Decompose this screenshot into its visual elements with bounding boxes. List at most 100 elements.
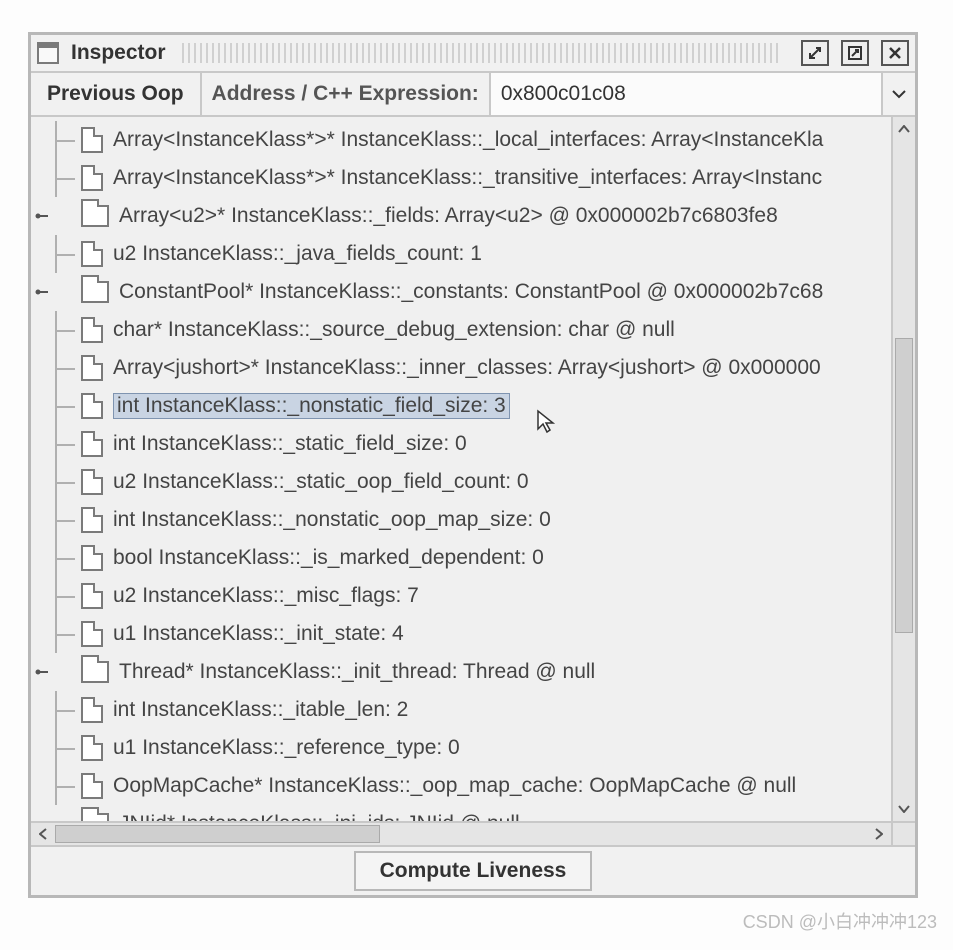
tree-node[interactable]: int InstanceKlass::_nonstatic_oop_map_si… <box>31 501 891 539</box>
tree-node-label: JNIid* InstanceKlass::_jni_ids: JNIid @ … <box>119 812 520 821</box>
tree-node[interactable]: u2 InstanceKlass::_misc_flags: 7 <box>31 577 891 615</box>
tree-node[interactable]: u2 InstanceKlass::_java_fields_count: 1 <box>31 235 891 273</box>
tree-node-label: u2 InstanceKlass::_misc_flags: 7 <box>113 584 419 608</box>
tree-branch-line <box>31 767 81 805</box>
tree-branch-line <box>31 729 81 767</box>
file-icon <box>81 773 103 799</box>
tree-node-label: int InstanceKlass::_nonstatic_oop_map_si… <box>113 508 551 532</box>
tree-node-label: ConstantPool* InstanceKlass::_constants:… <box>119 280 823 304</box>
window-icon <box>37 42 59 64</box>
compute-liveness-button[interactable]: Compute Liveness <box>354 851 593 891</box>
vscroll-thumb[interactable] <box>895 338 913 633</box>
scroll-left-icon[interactable] <box>31 823 55 845</box>
tree-node-label: int InstanceKlass::_static_field_size: 0 <box>113 432 467 456</box>
file-icon <box>81 165 103 191</box>
tree-node-label: u2 InstanceKlass::_static_oop_field_coun… <box>113 470 529 494</box>
tree-node[interactable]: u1 InstanceKlass::_init_state: 4 <box>31 615 891 653</box>
file-icon <box>81 621 103 647</box>
file-icon <box>81 697 103 723</box>
scroll-up-icon[interactable] <box>893 117 915 141</box>
titlebar-grip <box>182 43 781 63</box>
address-dropdown-button[interactable] <box>881 73 915 115</box>
file-icon <box>81 735 103 761</box>
minimize-button[interactable] <box>801 40 829 66</box>
tree-node[interactable]: bool InstanceKlass::_is_marked_dependent… <box>31 539 891 577</box>
tree-node-label: Thread* InstanceKlass::_init_thread: Thr… <box>119 660 595 684</box>
tree-node[interactable]: char* InstanceKlass::_source_debug_exten… <box>31 311 891 349</box>
file-icon <box>81 355 103 381</box>
tree-node-label: u1 InstanceKlass::_reference_type: 0 <box>113 736 460 760</box>
file-icon <box>81 583 103 609</box>
folder-icon <box>81 661 109 683</box>
file-icon <box>81 507 103 533</box>
tree-node[interactable]: Array<InstanceKlass*>* InstanceKlass::_t… <box>31 159 891 197</box>
tree-branch-line <box>31 235 81 273</box>
window-title: Inspector <box>71 41 166 65</box>
tree-node[interactable]: Array<jushort>* InstanceKlass::_inner_cl… <box>31 349 891 387</box>
folder-icon <box>81 281 109 303</box>
horizontal-scrollbar[interactable] <box>31 821 891 845</box>
tree-node-label: Array<jushort>* InstanceKlass::_inner_cl… <box>113 356 821 380</box>
tree-node[interactable]: OopMapCache* InstanceKlass::_oop_map_cac… <box>31 767 891 805</box>
tree-node[interactable]: Array<InstanceKlass*>* InstanceKlass::_l… <box>31 121 891 159</box>
tree-node-label: OopMapCache* InstanceKlass::_oop_map_cac… <box>113 774 796 798</box>
tree-node-label: int InstanceKlass::_itable_len: 2 <box>113 698 408 722</box>
tree-branch-line <box>31 159 81 197</box>
scroll-corner <box>891 821 915 845</box>
address-input[interactable] <box>491 73 881 115</box>
tree-branch-line <box>31 691 81 729</box>
tree[interactable]: Array<InstanceKlass*>* InstanceKlass::_l… <box>31 117 891 821</box>
tree-branch-line <box>31 387 81 425</box>
file-icon <box>81 241 103 267</box>
vertical-scrollbar[interactable] <box>891 117 915 821</box>
scroll-down-icon[interactable] <box>893 797 915 821</box>
toolbar: Previous Oop Address / C++ Expression: <box>31 73 915 117</box>
tree-node-label: u2 InstanceKlass::_java_fields_count: 1 <box>113 242 482 266</box>
expand-handle-icon[interactable] <box>31 665 51 679</box>
vscroll-track[interactable] <box>893 141 915 797</box>
tree-node-label: int InstanceKlass::_nonstatic_field_size… <box>113 393 510 419</box>
tree-branch-line <box>31 463 81 501</box>
file-icon <box>81 127 103 153</box>
tree-node[interactable]: Thread* InstanceKlass::_init_thread: Thr… <box>31 653 891 691</box>
footer: Compute Liveness <box>31 847 915 895</box>
expand-handle-icon[interactable] <box>31 209 51 223</box>
expand-handle-icon[interactable] <box>31 285 51 299</box>
tree-node[interactable]: Array<u2>* InstanceKlass::_fields: Array… <box>31 197 891 235</box>
tree-node-label: char* InstanceKlass::_source_debug_exten… <box>113 318 675 342</box>
tree-branch-line <box>31 539 81 577</box>
folder-icon <box>81 813 109 821</box>
inspector-window: Inspector Previous Oop Address / C++ Exp… <box>28 32 918 898</box>
tree-node-label: bool InstanceKlass::_is_marked_dependent… <box>113 546 544 570</box>
hscroll-thumb[interactable] <box>55 825 380 843</box>
tree-branch-line <box>31 121 81 159</box>
tree-node[interactable]: ConstantPool* InstanceKlass::_constants:… <box>31 273 891 311</box>
file-icon <box>81 469 103 495</box>
tree-node[interactable]: u2 InstanceKlass::_static_oop_field_coun… <box>31 463 891 501</box>
tree-node-label: u1 InstanceKlass::_init_state: 4 <box>113 622 404 646</box>
previous-oop-button[interactable]: Previous Oop <box>31 73 202 115</box>
maximize-button[interactable] <box>841 40 869 66</box>
tree-branch-line <box>31 577 81 615</box>
tree-node-label: Array<InstanceKlass*>* InstanceKlass::_t… <box>113 166 822 190</box>
titlebar[interactable]: Inspector <box>31 35 915 73</box>
close-button[interactable] <box>881 40 909 66</box>
tree-branch-line <box>31 501 81 539</box>
hscroll-track[interactable] <box>55 823 867 845</box>
tree-branch-line <box>31 311 81 349</box>
tree-branch-line <box>31 615 81 653</box>
folder-icon <box>81 205 109 227</box>
tree-branch-line <box>31 425 81 463</box>
tree-node[interactable]: int InstanceKlass::_itable_len: 2 <box>31 691 891 729</box>
address-label: Address / C++ Expression: <box>202 73 491 115</box>
tree-node-label: Array<InstanceKlass*>* InstanceKlass::_l… <box>113 128 823 152</box>
tree-node[interactable]: JNIid* InstanceKlass::_jni_ids: JNIid @ … <box>31 805 891 821</box>
file-icon <box>81 317 103 343</box>
scroll-right-icon[interactable] <box>867 823 891 845</box>
tree-node[interactable]: int InstanceKlass::_nonstatic_field_size… <box>31 387 891 425</box>
file-icon <box>81 393 103 419</box>
tree-node-label: Array<u2>* InstanceKlass::_fields: Array… <box>119 204 778 228</box>
tree-node[interactable]: u1 InstanceKlass::_reference_type: 0 <box>31 729 891 767</box>
file-icon <box>81 431 103 457</box>
tree-node[interactable]: int InstanceKlass::_static_field_size: 0 <box>31 425 891 463</box>
